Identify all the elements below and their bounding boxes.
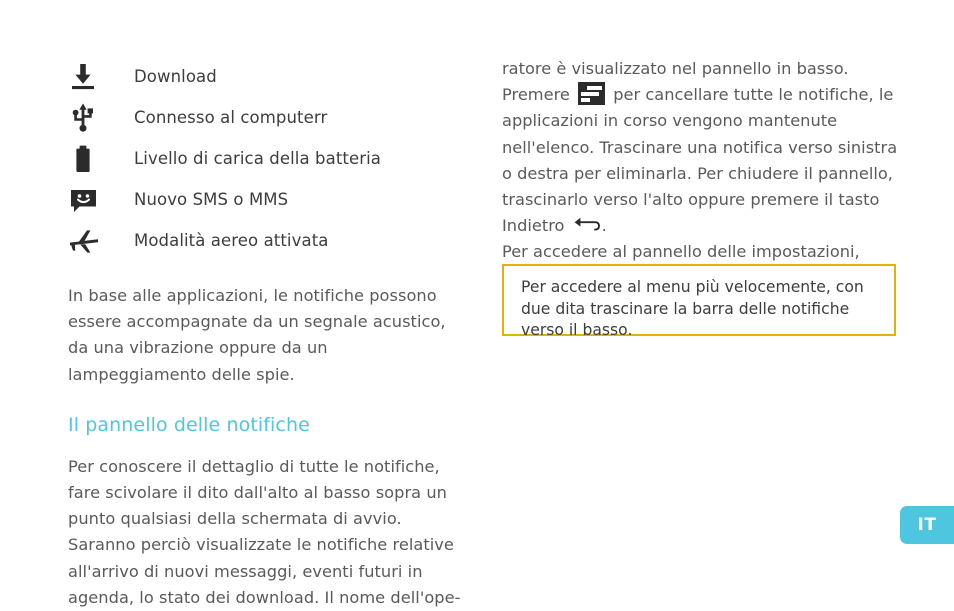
- clear-sentence-after: per cancellare tutte le notifiche, le ap…: [502, 85, 898, 236]
- icon-legend-label: Nuovo SMS o MMS: [134, 190, 289, 209]
- battery-icon: [68, 143, 134, 175]
- status-icon-legend: Download Connesso al computerr Livello d…: [68, 56, 468, 261]
- icon-legend-label: Connesso al computerr: [134, 108, 328, 127]
- sms-message-icon: [68, 186, 134, 214]
- list-item: Livello di carica della batteria: [68, 138, 468, 179]
- language-tab-it[interactable]: IT: [900, 506, 954, 544]
- clear-sentence-before: Premere: [502, 85, 570, 105]
- right-column-body-text: ratore è visualizzato nel pannello in ba…: [502, 56, 898, 293]
- continuation-line: ratore è visualizzato nel pannello in ba…: [502, 59, 849, 78]
- back-arrow-icon: [574, 215, 600, 231]
- notifications-note-paragraph: In base alle applicazioni, le notifiche …: [68, 286, 446, 384]
- usb-icon: [68, 102, 134, 134]
- clear-notifications-icon: [578, 82, 606, 106]
- notification-panel-detail-paragraph: Per conoscere il dettaglio di tutte le n…: [68, 456, 461, 607]
- left-column: Download Connesso al computerr Livello d…: [68, 56, 468, 611]
- download-icon: [68, 62, 134, 92]
- section-heading-notification-panel: Il pannello delle notifiche: [68, 413, 310, 436]
- manual-page: Download Connesso al computerr Livello d…: [0, 0, 954, 607]
- list-item: Download: [68, 56, 468, 97]
- tip-callout-box: Per accedere al menu più velocemente, co…: [502, 264, 896, 339]
- tip-callout-text: Per accedere al menu più velocemente, co…: [521, 278, 864, 339]
- icon-legend-label: Modalità aereo attivata: [134, 231, 329, 250]
- list-item: Modalità aereo attivata: [68, 220, 468, 261]
- right-column: ratore è visualizzato nel pannello in ba…: [502, 56, 898, 293]
- airplane-mode-icon: [68, 227, 134, 255]
- back-sentence-after: .: [601, 216, 607, 236]
- icon-legend-label: Livello di carica della batteria: [134, 149, 381, 168]
- language-tab-label: IT: [917, 515, 937, 535]
- icon-legend-label: Download: [134, 67, 217, 86]
- list-item: Nuovo SMS o MMS: [68, 179, 468, 220]
- list-item: Connesso al computerr: [68, 97, 468, 138]
